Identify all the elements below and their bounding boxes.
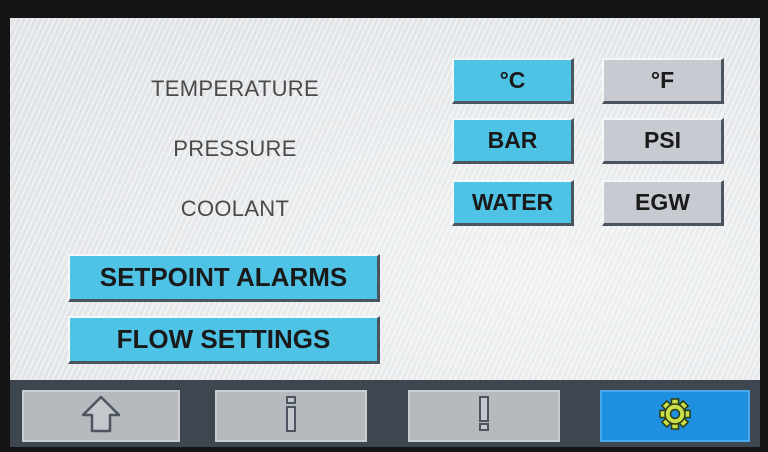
bottom-navbar	[10, 380, 760, 447]
alert-icon	[474, 394, 494, 439]
egw-button[interactable]: EGW	[602, 180, 724, 226]
home-icon	[80, 394, 122, 439]
fahrenheit-button[interactable]: °F	[602, 58, 724, 104]
alerts-button[interactable]	[408, 390, 560, 442]
bar-button[interactable]: BAR	[452, 118, 574, 164]
pressure-label: PRESSURE	[173, 136, 297, 161]
info-icon	[281, 394, 301, 439]
celsius-button[interactable]: °C	[452, 58, 574, 104]
temperature-label: TEMPERATURE	[151, 76, 319, 101]
info-button[interactable]	[215, 390, 367, 442]
coolant-label: COOLANT	[180, 196, 290, 221]
psi-button[interactable]: PSI	[602, 118, 724, 164]
hmi-screen: TEMPERATURE °C °F PRESSURE BAR PSI COOLA…	[10, 18, 760, 447]
setpoint-alarms-button[interactable]: SETPOINT ALARMS	[68, 254, 380, 302]
home-button[interactable]	[22, 390, 180, 442]
flow-settings-button[interactable]: FLOW SETTINGS	[68, 316, 380, 364]
settings-button[interactable]	[600, 390, 750, 442]
gear-icon	[658, 397, 692, 436]
water-button[interactable]: WATER	[452, 180, 574, 226]
